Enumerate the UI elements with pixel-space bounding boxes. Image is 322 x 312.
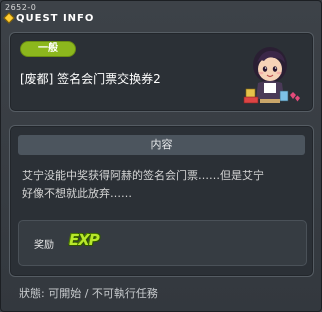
- quest-info-window: 2652-0 QUEST INFO 一般 [废都] 签名会门票交换券2 内容 艾…: [0, 0, 322, 312]
- npc-avatar: [243, 47, 300, 104]
- window-title: QUEST INFO: [16, 12, 95, 24]
- quest-status: 狀態: 可開始 / 不可執行任務: [19, 287, 158, 300]
- quest-id: 2652-0: [5, 3, 37, 12]
- reward-label: 奖励: [34, 240, 54, 251]
- exp-icon[interactable]: EXP: [69, 231, 100, 249]
- content-header: 内容: [18, 135, 305, 155]
- category-badge: 一般: [20, 41, 76, 57]
- title-row: QUEST INFO: [3, 12, 95, 24]
- reward-box: 奖励 EXP: [18, 220, 307, 266]
- quest-name: [废都] 签名会门票交换券2: [20, 72, 161, 86]
- content-panel: 内容 艾宁没能中奖获得阿赫的签名会门票……但是艾宁 好像不想就此放弃…… 奖励 …: [9, 125, 314, 277]
- description-line-2: 好像不想就此放弃……: [22, 187, 132, 200]
- quest-header-panel: 一般 [废都] 签名会门票交换券2: [9, 32, 314, 112]
- title-bar[interactable]: 2652-0 QUEST INFO: [3, 3, 205, 25]
- quest-description: 艾宁没能中奖获得阿赫的签名会门票……但是艾宁 好像不想就此放弃……: [22, 167, 304, 203]
- description-line-1: 艾宁没能中奖获得阿赫的签名会门票……但是艾宁: [22, 169, 264, 182]
- quest-diamond-icon: [3, 12, 15, 24]
